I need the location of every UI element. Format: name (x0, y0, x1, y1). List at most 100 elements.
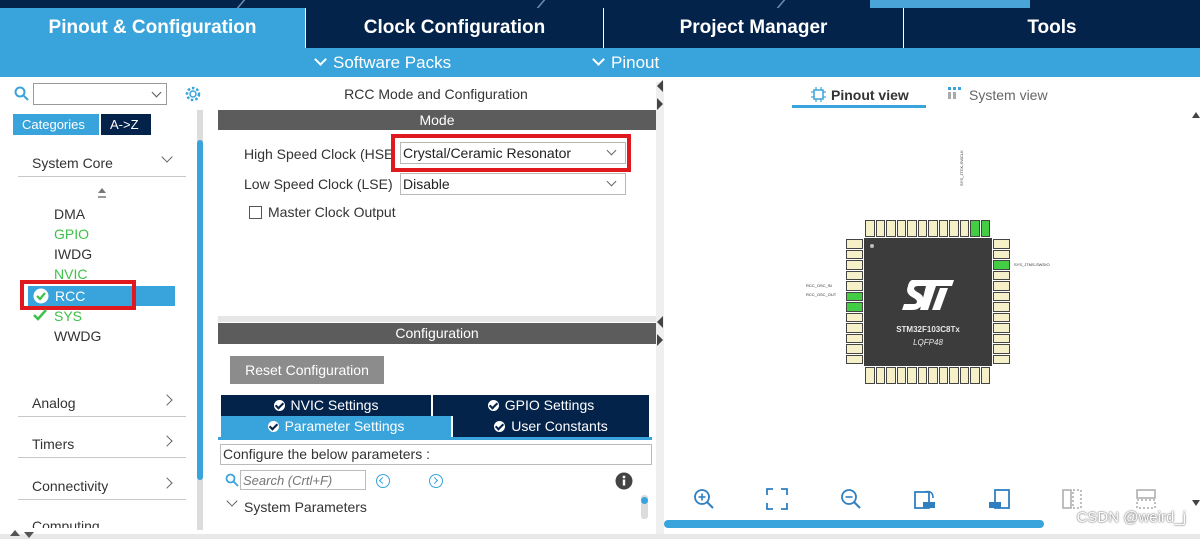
chip-pin[interactable] (846, 260, 863, 270)
chip-pin[interactable] (886, 220, 896, 237)
expand-right-icon[interactable] (657, 98, 663, 110)
chip-pin[interactable] (993, 239, 1010, 249)
scroll-down-icon[interactable] (1192, 500, 1200, 506)
tab-project-manager[interactable]: Project Manager (604, 8, 904, 48)
tab-clock-configuration[interactable]: Clock Configuration (306, 8, 604, 48)
chip-pin[interactable] (949, 220, 959, 237)
tab-gpio-settings[interactable]: GPIO Settings (433, 395, 649, 416)
search-previous-icon[interactable] (376, 474, 390, 488)
chip-pin[interactable] (993, 281, 1010, 291)
flip-horizontal-icon[interactable] (1135, 488, 1157, 510)
chip-pin[interactable] (896, 367, 906, 384)
pinout-menu[interactable]: Pinout (592, 48, 659, 77)
chip-pin[interactable] (865, 367, 875, 384)
chip-pin[interactable] (896, 220, 906, 237)
chip-pin[interactable] (917, 220, 927, 237)
chip-pin[interactable] (993, 291, 1010, 301)
chip-pin[interactable] (846, 249, 863, 259)
rotate-left-icon[interactable] (987, 488, 1011, 510)
list-item[interactable]: NVIC (54, 266, 87, 279)
chip-pin[interactable] (865, 220, 875, 237)
tab-nvic-settings[interactable]: NVIC Settings (221, 395, 431, 416)
chip-pin[interactable] (993, 249, 1010, 259)
expand-right-icon[interactable] (657, 334, 663, 346)
horizontal-scrollbar[interactable] (664, 520, 1044, 528)
group-system-parameters[interactable]: System Parameters (244, 499, 367, 515)
zoom-in-icon[interactable] (693, 488, 715, 510)
parameter-search-input[interactable] (240, 470, 366, 490)
tab-parameter-settings[interactable]: Parameter Settings (221, 416, 451, 437)
gear-icon[interactable] (184, 85, 202, 103)
chip-pin[interactable] (993, 260, 1010, 270)
sort-icon[interactable] (97, 188, 107, 200)
chip-pin[interactable] (846, 270, 863, 280)
scroll-thumb[interactable] (197, 140, 203, 480)
chip-pin[interactable] (970, 367, 980, 384)
list-item[interactable]: GPIO (54, 226, 89, 242)
tab-a-to-z[interactable]: A->Z (101, 114, 151, 135)
chip-pin[interactable] (846, 281, 863, 291)
chip-pin[interactable] (938, 367, 948, 384)
chip-pin[interactable] (846, 333, 863, 343)
chip-pin[interactable] (970, 220, 980, 237)
expand-down-icon[interactable] (24, 532, 34, 538)
scroll-up-icon[interactable] (1192, 112, 1200, 118)
flip-vertical-icon[interactable] (1061, 488, 1083, 510)
zoom-out-icon[interactable] (840, 488, 862, 510)
chip-pin[interactable] (846, 239, 863, 249)
category-search-input[interactable] (33, 83, 167, 105)
chip-pin[interactable] (993, 302, 1010, 312)
info-icon[interactable] (615, 472, 633, 490)
collapse-left-icon[interactable] (657, 316, 663, 328)
lse-select[interactable]: Disable (400, 173, 626, 195)
chip-pin[interactable] (993, 354, 1010, 364)
chip-pin[interactable] (938, 220, 948, 237)
chip-pin[interactable] (907, 220, 917, 237)
search-next-icon[interactable] (429, 474, 443, 488)
chip-pin[interactable] (993, 312, 1010, 322)
tab-tools[interactable]: Tools (904, 8, 1200, 48)
list-item[interactable]: IWDG (54, 246, 92, 262)
chip-pin[interactable] (917, 367, 927, 384)
splitter[interactable] (218, 316, 658, 322)
chip-pin[interactable] (993, 333, 1010, 343)
tab-user-constants[interactable]: User Constants (453, 416, 649, 437)
collapse-left-icon[interactable] (657, 80, 663, 92)
category-analog[interactable]: Analog (32, 395, 76, 411)
category-computing[interactable]: Computing (32, 518, 100, 528)
software-packs-menu[interactable]: Software Packs (314, 48, 451, 77)
chip-pin[interactable] (993, 270, 1010, 280)
chip-pin[interactable] (980, 220, 990, 237)
tab-categories[interactable]: Categories (13, 114, 99, 135)
master-clock-output-checkbox[interactable] (249, 206, 262, 219)
search-icon[interactable] (14, 86, 30, 102)
chip-pin[interactable] (875, 367, 885, 384)
chip-pin[interactable] (846, 323, 863, 333)
list-item[interactable]: SYS (54, 308, 82, 324)
chip-pin[interactable] (875, 220, 885, 237)
chip-pin[interactable] (886, 367, 896, 384)
chip-pin[interactable] (846, 312, 863, 322)
list-item[interactable]: DMA (54, 206, 85, 222)
chip-pin[interactable] (949, 367, 959, 384)
chip-pin[interactable] (980, 367, 990, 384)
category-connectivity[interactable]: Connectivity (32, 478, 108, 494)
tab-pinout-configuration[interactable]: Pinout & Configuration (0, 8, 306, 48)
chip-pin[interactable] (993, 344, 1010, 354)
chip-pin[interactable] (846, 354, 863, 364)
tab-system-view[interactable]: System view (969, 87, 1048, 103)
tab-pinout-view[interactable]: Pinout view (831, 87, 909, 103)
rotate-right-icon[interactable] (913, 488, 937, 510)
chip-pin[interactable] (959, 220, 969, 237)
chip-pin[interactable] (928, 220, 938, 237)
left-scrollbar[interactable] (197, 110, 203, 530)
chip-pin[interactable] (846, 291, 863, 301)
chip-pin[interactable] (993, 323, 1010, 333)
category-timers[interactable]: Timers (32, 436, 74, 452)
chip-body[interactable]: STM32F103C8Tx LQFP48 (864, 238, 992, 366)
collapse-up-icon[interactable] (10, 530, 20, 536)
chip-pin[interactable] (907, 367, 917, 384)
list-item[interactable]: WWDG (54, 328, 101, 344)
reset-configuration-button[interactable]: Reset Configuration (230, 356, 384, 384)
chip-pin[interactable] (928, 367, 938, 384)
